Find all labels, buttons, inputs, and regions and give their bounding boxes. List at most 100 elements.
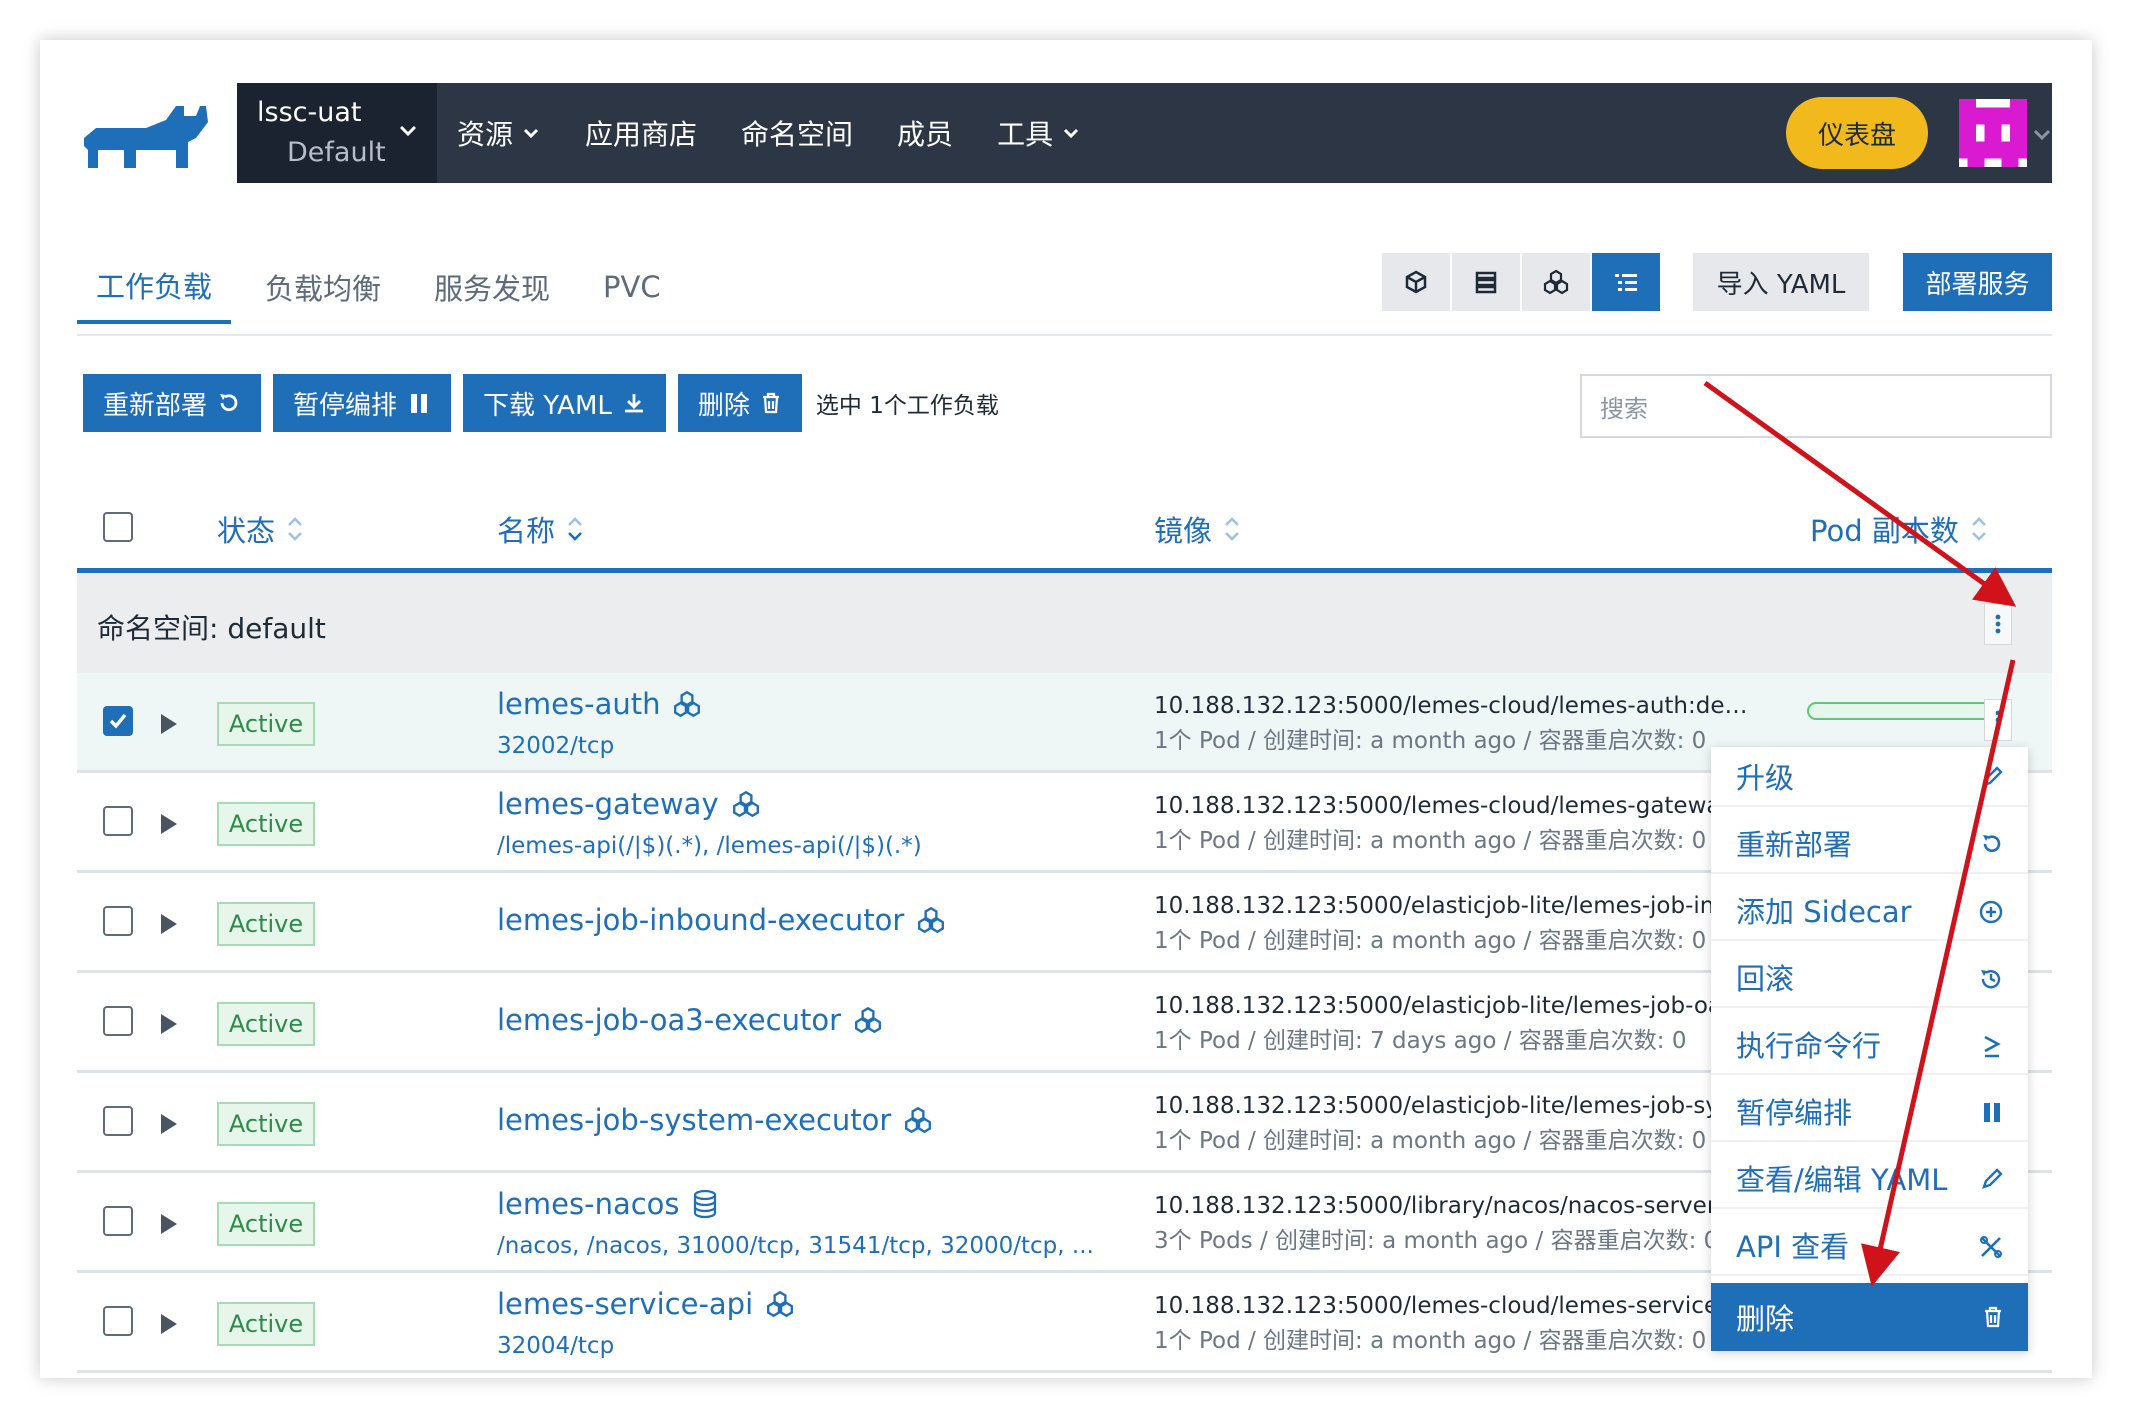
workload-name[interactable]: lemes-job-inbound-executor bbox=[497, 903, 904, 937]
rows-icon bbox=[1475, 271, 1497, 294]
bulk-delete-button[interactable]: 删除 bbox=[677, 374, 802, 432]
project-name: Default bbox=[287, 137, 386, 168]
row-checkbox[interactable] bbox=[103, 1306, 133, 1336]
row-checkbox[interactable] bbox=[103, 1206, 133, 1236]
selection-count: 选中 1个工作负载 bbox=[815, 393, 999, 419]
workload-icon bbox=[855, 1006, 881, 1034]
expand-row-icon[interactable] bbox=[159, 912, 179, 936]
nav-resources[interactable]: 资源 bbox=[457, 113, 541, 153]
row-checkbox[interactable] bbox=[103, 1106, 133, 1136]
dashboard-button[interactable]: 仪表盘 bbox=[1786, 97, 1928, 169]
row-checkbox[interactable] bbox=[103, 1006, 133, 1036]
workload-endpoints[interactable]: /lemes-api(/|$)(.*), /lemes-api(/|$)(.*) bbox=[497, 833, 922, 859]
row-checkbox[interactable] bbox=[103, 806, 133, 836]
menu-exec-shell[interactable]: 执行命令行 bbox=[1711, 1015, 2028, 1075]
status-badge: Active bbox=[217, 802, 315, 846]
workload-endpoints[interactable]: /nacos, /nacos, 31000/tcp, 31541/tcp, 32… bbox=[497, 1233, 1094, 1259]
row-checkbox[interactable] bbox=[103, 706, 133, 736]
cluster-project-switcher[interactable]: lssc-uat Default bbox=[237, 83, 437, 183]
menu-add-sidecar[interactable]: 添加 Sidecar bbox=[1711, 881, 2028, 941]
expand-row-icon[interactable] bbox=[159, 812, 179, 836]
rancher-logo[interactable] bbox=[76, 98, 216, 178]
image-name: 10.188.132.123:5000/lemes-cloud/lemes-au… bbox=[1154, 693, 1750, 719]
menu-delete[interactable]: 删除 bbox=[1711, 1283, 2028, 1351]
workload-name[interactable]: lemes-gateway bbox=[497, 787, 719, 821]
workload-endpoints[interactable]: 32004/tcp bbox=[497, 1333, 614, 1359]
select-all-checkbox[interactable] bbox=[103, 512, 133, 542]
expand-row-icon[interactable] bbox=[159, 1012, 179, 1036]
nav-members[interactable]: 成员 bbox=[897, 113, 953, 153]
status-badge: Active bbox=[217, 902, 315, 946]
nav-app-store[interactable]: 应用商店 bbox=[585, 113, 697, 153]
workload-name-link[interactable]: lemes-gateway bbox=[497, 787, 761, 821]
wrench-icon bbox=[1980, 1236, 2002, 1258]
row-checkbox[interactable] bbox=[103, 906, 133, 936]
expand-row-icon[interactable] bbox=[159, 1212, 179, 1236]
pod-meta: 1个 Pod / 创建时间: a month ago / 容器重启次数: 0 bbox=[1154, 1328, 1707, 1354]
list-icon bbox=[1615, 274, 1637, 291]
bulk-download-yaml-button[interactable]: 下载 YAML bbox=[463, 374, 666, 432]
workload-name[interactable]: lemes-auth bbox=[497, 687, 660, 721]
expand-row-icon[interactable] bbox=[159, 712, 179, 736]
status-badge: Active bbox=[217, 702, 315, 746]
deploy-service-button[interactable]: 部署服务 bbox=[1903, 253, 2052, 311]
pause-icon bbox=[1984, 1103, 2000, 1122]
check-icon bbox=[109, 713, 127, 729]
view-cube-button[interactable] bbox=[1382, 253, 1450, 311]
menu-redeploy[interactable]: 重新部署 bbox=[1711, 814, 2028, 874]
workload-name-link[interactable]: lemes-job-system-executor bbox=[497, 1103, 933, 1137]
column-name[interactable]: 名称 bbox=[497, 508, 585, 550]
view-list-button[interactable] bbox=[1452, 253, 1520, 311]
nav-namespaces[interactable]: 命名空间 bbox=[741, 113, 853, 153]
menu-rollback[interactable]: 回滚 bbox=[1711, 948, 2028, 1008]
bulk-actions: 重新部署 暂停编排 下载 YAML 删除 选中 1个工作负载 bbox=[83, 374, 999, 432]
tab-load-balancing[interactable]: 负载均衡 bbox=[246, 250, 400, 324]
workload-name-link[interactable]: lemes-job-oa3-executor bbox=[497, 1003, 883, 1037]
tab-workloads[interactable]: 工作负载 bbox=[77, 250, 232, 324]
sort-icon bbox=[568, 517, 582, 541]
column-image[interactable]: 镜像 bbox=[1154, 508, 1242, 550]
tab-service-discovery[interactable]: 服务发现 bbox=[415, 250, 569, 324]
view-namespace-group-button[interactable] bbox=[1592, 253, 1660, 311]
workload-name[interactable]: lemes-job-system-executor bbox=[497, 1103, 891, 1137]
workload-name-link[interactable]: lemes-service-api bbox=[497, 1287, 795, 1321]
menu-api-view[interactable]: API 查看 bbox=[1711, 1216, 2028, 1276]
workload-name[interactable]: lemes-job-oa3-executor bbox=[497, 1003, 841, 1037]
tab-pvc[interactable]: PVC bbox=[584, 250, 680, 324]
menu-pause[interactable]: 暂停编排 bbox=[1711, 1082, 2028, 1142]
workload-name-link[interactable]: lemes-auth bbox=[497, 687, 702, 721]
expand-row-icon[interactable] bbox=[159, 1312, 179, 1336]
image-name: 10.188.132.123:5000/elasticjob-lite/leme… bbox=[1154, 1093, 1750, 1119]
row-actions-button[interactable] bbox=[1984, 699, 2012, 741]
top-navbar: lssc-uat Default 资源 应用商店 命名空间 成员 工具 仪表盘 bbox=[237, 83, 2052, 183]
expand-row-icon[interactable] bbox=[159, 1112, 179, 1136]
menu-view-edit-yaml[interactable]: 查看/编辑 YAML bbox=[1711, 1149, 2028, 1209]
column-pod-replicas[interactable]: Pod 副本数 bbox=[1810, 508, 1989, 550]
avatar[interactable] bbox=[1959, 99, 2027, 167]
section-tabs: 工作负载 负载均衡 服务发现 PVC bbox=[77, 250, 695, 324]
view-group-button[interactable] bbox=[1522, 253, 1590, 311]
terminal-icon bbox=[1984, 1035, 2001, 1058]
bulk-pause-button[interactable]: 暂停编排 bbox=[273, 374, 452, 432]
search-input[interactable]: 搜索 bbox=[1580, 374, 2052, 438]
redeploy-icon bbox=[220, 394, 238, 412]
workload-icon bbox=[905, 1106, 932, 1134]
column-status[interactable]: 状态 bbox=[217, 508, 305, 550]
workload-icon bbox=[767, 1290, 794, 1318]
chevron-down-icon[interactable] bbox=[2031, 123, 2053, 145]
nav-tools[interactable]: 工具 bbox=[997, 113, 1081, 153]
workload-name[interactable]: lemes-nacos bbox=[497, 1187, 680, 1221]
group-actions-button[interactable] bbox=[1984, 603, 2012, 645]
workload-endpoints[interactable]: 32002/tcp bbox=[497, 733, 614, 759]
import-yaml-button[interactable]: 导入 YAML bbox=[1693, 253, 1869, 311]
tabs-divider bbox=[77, 334, 2052, 336]
bulk-redeploy-button[interactable]: 重新部署 bbox=[83, 374, 262, 432]
view-switcher bbox=[1382, 253, 1662, 311]
workload-name-link[interactable]: lemes-job-inbound-executor bbox=[497, 903, 946, 937]
chevron-down-icon bbox=[523, 128, 539, 139]
cluster-name: lssc-uat bbox=[257, 97, 362, 128]
workload-name-link[interactable]: lemes-nacos bbox=[497, 1187, 718, 1221]
workload-name[interactable]: lemes-service-api bbox=[497, 1287, 753, 1321]
database-icon bbox=[693, 1189, 716, 1219]
menu-upgrade[interactable]: 升级 bbox=[1711, 747, 2028, 807]
